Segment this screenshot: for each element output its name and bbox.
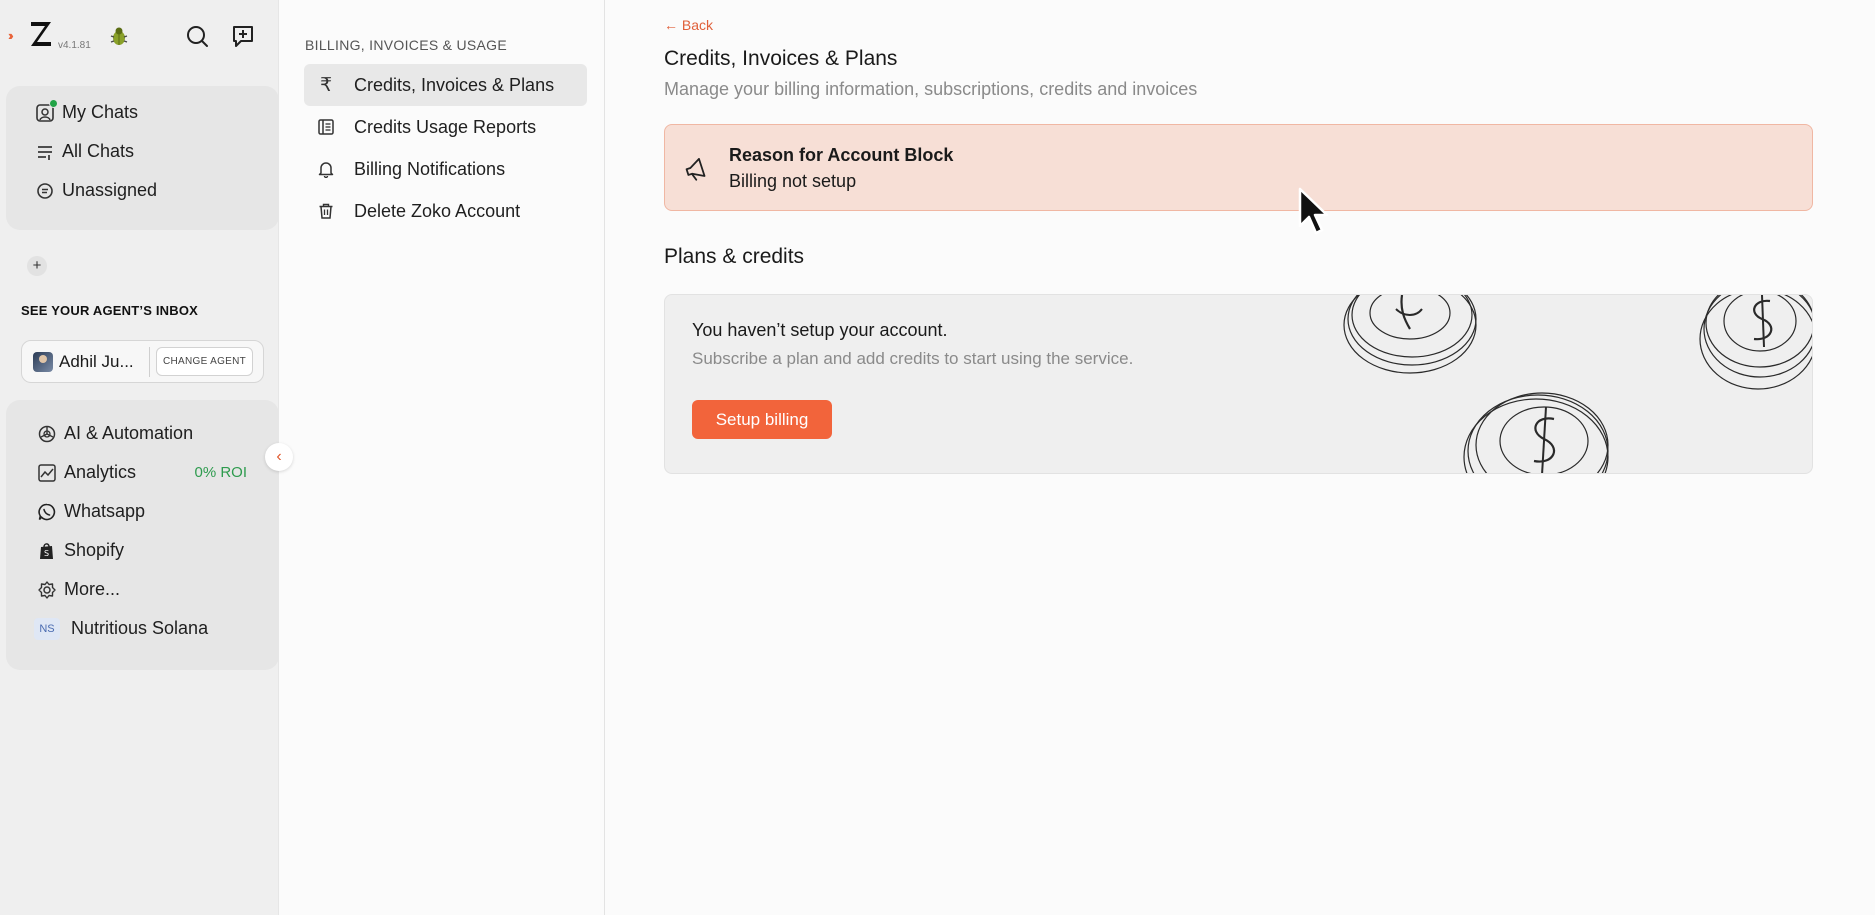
- nav-item-more[interactable]: More...: [6, 570, 279, 609]
- nav-item-my-chats[interactable]: My Chats: [6, 93, 279, 132]
- alert-title: Reason for Account Block: [729, 145, 954, 165]
- main-content: ← Back Credits, Invoices & Plans Manage …: [605, 0, 1875, 915]
- nav-item-shopify[interactable]: S Shopify: [6, 531, 279, 570]
- change-agent-button[interactable]: CHANGE AGENT: [156, 347, 254, 376]
- nav-label: Whatsapp: [64, 501, 146, 521]
- avatar: [33, 351, 53, 372]
- plan-card: You haven’t setup your account. Subscrib…: [664, 294, 1813, 474]
- page-subtitle: Manage your billing information, subscri…: [664, 79, 1198, 99]
- nav-item-ai-automation[interactable]: AI & Automation: [6, 414, 279, 453]
- settings-item-label: Credits, Invoices & Plans: [354, 74, 555, 95]
- settings-item-billing-notifications[interactable]: Billing Notifications: [304, 148, 587, 190]
- settings-item-credits-usage-reports[interactable]: Credits Usage Reports: [304, 106, 587, 148]
- svg-text:S: S: [44, 549, 49, 558]
- shopify-icon: S: [36, 540, 58, 562]
- expand-sidebar-icon[interactable]: ››: [8, 28, 13, 43]
- divider: [149, 346, 150, 377]
- workspace-switcher[interactable]: NS Nutritious Solana: [6, 609, 279, 648]
- nav-item-unassigned[interactable]: Unassigned: [6, 171, 279, 210]
- alert-text: Billing not setup: [729, 171, 857, 191]
- trash-icon: [315, 202, 337, 220]
- settings-heading: BILLING, INVOICES & USAGE: [305, 37, 508, 53]
- back-link[interactable]: ← Back: [664, 17, 713, 33]
- settings-item-label: Credits Usage Reports: [354, 116, 537, 137]
- megaphone-icon: [685, 157, 706, 181]
- whatsapp-icon: [36, 501, 58, 523]
- nav-item-whatsapp[interactable]: Whatsapp: [6, 492, 279, 531]
- settings-list: ₹ Credits, Invoices & Plans Credits Usag…: [304, 64, 587, 232]
- ai-automation-icon: [36, 423, 58, 445]
- settings-nav: BILLING, INVOICES & USAGE ₹ Credits, Inv…: [279, 0, 605, 915]
- nav-label: Analytics: [64, 462, 137, 482]
- settings-item-label: Delete Zoko Account: [354, 200, 521, 221]
- all-chats-icon: [34, 141, 56, 163]
- page-title: Credits, Invoices & Plans: [664, 47, 898, 70]
- nav-label: AI & Automation: [64, 423, 194, 443]
- app-version: v4.1.81: [58, 40, 91, 51]
- chevron-left-icon: ‹: [276, 448, 282, 465]
- rupee-icon: ₹: [319, 74, 333, 96]
- bell-icon: [315, 160, 337, 178]
- zoko-logo: [31, 22, 51, 46]
- unassigned-icon: [34, 180, 56, 202]
- plan-card-subtitle: Subscribe a plan and add credits to star…: [692, 349, 1134, 368]
- plan-card-title: You haven’t setup your account.: [692, 320, 948, 340]
- workspace-initials: NS: [34, 617, 60, 640]
- new-chat-icon[interactable]: [230, 22, 258, 50]
- analytics-icon: [36, 462, 58, 484]
- left-sidebar: ›› v4.1.81 My Chats All Chats Unassigned…: [0, 0, 293, 915]
- nav-label: My Chats: [62, 102, 139, 122]
- collapse-sidebar-button[interactable]: ‹: [265, 443, 293, 471]
- nav-item-analytics[interactable]: Analytics 0% ROI: [6, 453, 279, 492]
- more-icon: [36, 579, 58, 601]
- account-block-alert: Reason for Account Block Billing not set…: [664, 124, 1813, 211]
- mouse-cursor-icon: [1298, 187, 1329, 235]
- add-button[interactable]: +: [27, 256, 47, 276]
- workspace-name: Nutritious Solana: [71, 618, 209, 638]
- bug-icon[interactable]: [108, 25, 130, 47]
- online-status-dot: [49, 98, 58, 108]
- roi-badge: 0% ROI: [194, 464, 247, 481]
- report-icon: [315, 118, 337, 136]
- search-icon[interactable]: [184, 23, 210, 49]
- nav-label: All Chats: [62, 141, 135, 161]
- coins-illustration: [1343, 295, 1812, 473]
- nav-label: Shopify: [64, 540, 125, 560]
- app-root: ›› v4.1.81 My Chats All Chats Unassigned…: [0, 0, 1875, 915]
- apps-nav: AI & Automation Analytics 0% ROI Whatsap…: [6, 400, 279, 670]
- nav-label: More...: [64, 579, 121, 599]
- agent-section-title: SEE YOUR AGENT’S INBOX: [21, 303, 199, 318]
- nav-item-all-chats[interactable]: All Chats: [6, 132, 279, 171]
- chat-nav: My Chats All Chats Unassigned: [6, 86, 279, 230]
- sidebar-header: ›› v4.1.81: [0, 0, 278, 72]
- settings-item-delete-account[interactable]: Delete Zoko Account: [304, 190, 587, 232]
- agent-name: Adhil Ju...: [59, 351, 134, 371]
- settings-item-credits-invoices-plans[interactable]: ₹ Credits, Invoices & Plans: [304, 64, 587, 106]
- nav-label: Unassigned: [62, 180, 158, 200]
- my-chats-icon: [34, 98, 58, 124]
- agent-selector: Adhil Ju... CHANGE AGENT: [21, 340, 264, 383]
- setup-billing-button[interactable]: Setup billing: [692, 400, 832, 439]
- settings-item-label: Billing Notifications: [354, 158, 506, 179]
- plans-section-title: Plans & credits: [664, 245, 805, 268]
